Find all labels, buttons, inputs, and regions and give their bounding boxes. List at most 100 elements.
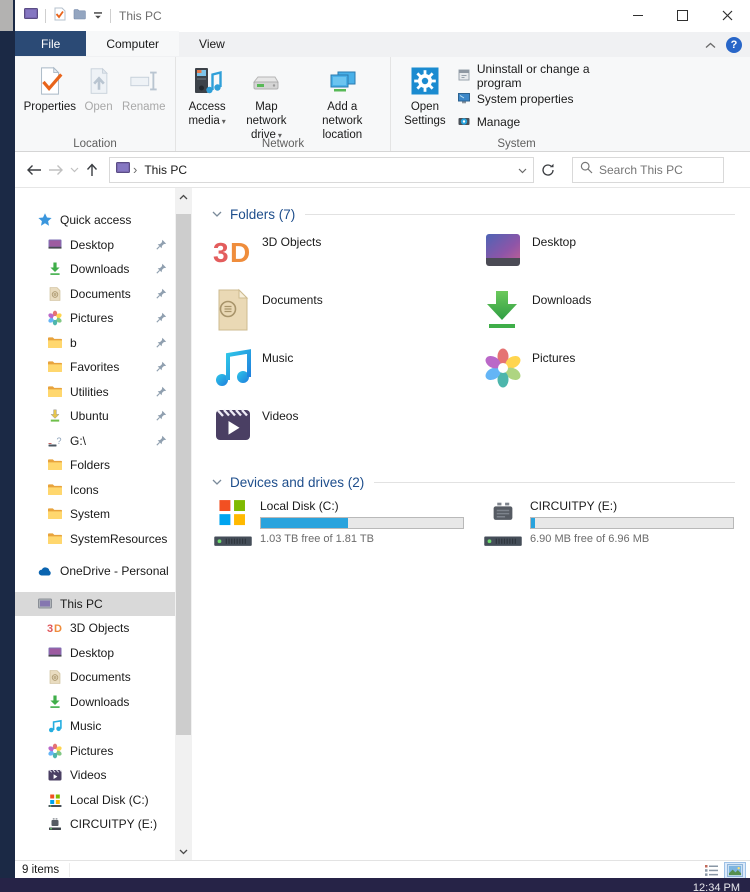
folder-tile-desktop[interactable]: Desktop <box>482 230 750 288</box>
drives-section-title[interactable]: Devices and drives (2) <box>230 475 364 490</box>
large-icons-view-button[interactable] <box>724 862 746 879</box>
system-command-label: Manage <box>477 115 520 129</box>
titlebar-separator <box>110 9 111 23</box>
tab-computer[interactable]: Computer <box>86 31 179 56</box>
help-icon[interactable]: ? <box>726 37 742 53</box>
sidebar-item-systemresources[interactable]: SystemResources <box>15 527 175 552</box>
folders-section-title[interactable]: Folders (7) <box>230 207 295 222</box>
back-button[interactable] <box>23 158 45 182</box>
collapse-section-icon[interactable] <box>212 479 222 485</box>
new-folder-qat-icon[interactable] <box>73 7 86 25</box>
folder-tile-documents[interactable]: Documents <box>212 288 482 346</box>
window-title: This PC <box>119 9 162 23</box>
ubuntu-icon <box>47 408 63 424</box>
item-count: 9 items <box>15 863 70 877</box>
sidebar-item-circuitpy-e[interactable]: CIRCUITPY (E:) <box>15 812 175 837</box>
search-input[interactable] <box>599 163 709 177</box>
maximize-button[interactable] <box>660 0 705 30</box>
sidebar-item-icons[interactable]: Icons <box>15 478 175 503</box>
drive-tile-circuitpy-e[interactable]: CIRCUITPY (E:)6.90 MB free of 6.96 MB <box>482 498 750 554</box>
minimize-button[interactable] <box>615 0 660 30</box>
details-view-button[interactable] <box>702 863 721 878</box>
tile-label: Downloads <box>532 293 591 307</box>
sidebar-item-favorites[interactable]: Favorites <box>15 355 175 380</box>
sidebar-item-music[interactable]: Music <box>15 714 175 739</box>
folder-tile-pictures[interactable]: Pictures <box>482 346 750 404</box>
drives-tile-grid: Local Disk (C:)1.03 TB free of 1.81 TBCI… <box>212 498 735 554</box>
sidebar-scrollbar[interactable] <box>175 188 192 860</box>
music-tile-icon <box>212 346 254 394</box>
open-settings-button[interactable]: OpenSettings <box>399 61 451 131</box>
breadcrumb-this-pc[interactable]: This PC <box>144 163 187 177</box>
recent-locations-icon[interactable] <box>67 158 81 182</box>
tab-view[interactable]: View <box>179 31 245 56</box>
customize-qat-dropdown-icon[interactable] <box>93 7 103 25</box>
sidebar-item-label: Music <box>70 719 101 733</box>
sidebar-item-pictures[interactable]: Pictures <box>15 306 175 331</box>
sidebar-item-system[interactable]: System <box>15 502 175 527</box>
folder-tile-music[interactable]: Music <box>212 346 482 404</box>
open-label: Open <box>84 100 112 114</box>
tile-label: Desktop <box>532 235 576 249</box>
add-network-location-button[interactable]: Add a networklocation <box>303 61 382 145</box>
sidebar-item-documents[interactable]: Documents <box>15 665 175 690</box>
sidebar-item-local-disk-c[interactable]: Local Disk (C:) <box>15 788 175 813</box>
breadcrumb-chevron-icon[interactable]: › <box>133 162 137 177</box>
tile-label: Music <box>262 351 293 365</box>
sidebar-item-onedrive-personal[interactable]: OneDrive - Personal <box>15 559 175 584</box>
scroll-up-icon[interactable] <box>175 188 192 205</box>
sidebar-item-downloads[interactable]: Downloads <box>15 690 175 715</box>
properties-button[interactable]: Properties <box>23 61 77 117</box>
collapse-ribbon-icon[interactable] <box>705 36 716 54</box>
sidebar-item-ubuntu[interactable]: Ubuntu <box>15 404 175 429</box>
folders-tile-grid: 3D3D Objects Desktop Documents Downloads Mus… <box>212 230 735 462</box>
sidebar-item-this-pc[interactable]: This PC <box>15 592 175 617</box>
system-command-system-properties[interactable]: System properties <box>457 90 630 108</box>
sidebar-item-utilities[interactable]: Utilities <box>15 380 175 405</box>
open-button[interactable]: Open <box>77 61 121 117</box>
sidebar-item-label: Downloads <box>70 262 129 276</box>
properties-qat-icon[interactable] <box>53 7 66 26</box>
folder-tile-downloads[interactable]: Downloads <box>482 288 750 346</box>
pin-icon <box>156 312 167 326</box>
access-media-button[interactable]: Accessmedia▾ <box>184 61 230 132</box>
address-bar[interactable]: › This PC <box>109 157 534 183</box>
sidebar-item-3d-objects[interactable]: 3D3D Objects <box>15 616 175 641</box>
forward-button[interactable] <box>45 158 67 182</box>
sidebar-item-quick-access[interactable]: Quick access <box>15 208 175 233</box>
sidebar-item-b[interactable]: b <box>15 331 175 356</box>
system-command-manage[interactable]: Manage <box>457 113 630 131</box>
sidebar-item-label: G:\ <box>70 434 86 448</box>
map-network-drive-button[interactable]: Map networkdrive▾ <box>230 61 302 146</box>
rename-button[interactable]: Rename <box>121 61 167 117</box>
tab-file[interactable]: File <box>15 31 86 56</box>
titlebar: This PC <box>15 0 750 32</box>
sidebar-item-pictures[interactable]: Pictures <box>15 739 175 764</box>
sidebar-item-documents[interactable]: Documents <box>15 282 175 307</box>
pin-icon <box>156 435 167 449</box>
sidebar-item-downloads[interactable]: Downloads <box>15 257 175 282</box>
rename-icon <box>129 64 159 98</box>
sidebar-item-desktop[interactable]: Desktop <box>15 233 175 258</box>
taskbar: 12:34 PM <box>0 878 750 892</box>
rename-label: Rename <box>122 100 165 114</box>
scrollbar-thumb[interactable] <box>176 214 191 735</box>
system-command-uninstall-or-change-a-program[interactable]: Uninstall or change a program <box>457 67 630 85</box>
close-button[interactable] <box>705 0 750 30</box>
drive-tile-local-disk-c[interactable]: Local Disk (C:)1.03 TB free of 1.81 TB <box>212 498 482 554</box>
sidebar-item-folders[interactable]: Folders <box>15 453 175 478</box>
sidebar-item-desktop[interactable]: Desktop <box>15 641 175 666</box>
drive-name: Local Disk (C:) <box>260 499 464 513</box>
pin-icon <box>156 263 167 277</box>
folder-tile-3d-objects[interactable]: 3D3D Objects <box>212 230 482 288</box>
up-button[interactable] <box>81 158 103 182</box>
address-dropdown-icon[interactable] <box>518 161 527 179</box>
sidebar-item-g[interactable]: ?G:\ <box>15 429 175 454</box>
sidebar-item-label: Downloads <box>70 695 129 709</box>
folder-tile-videos[interactable]: Videos <box>212 404 482 462</box>
refresh-icon[interactable] <box>534 157 562 183</box>
collapse-section-icon[interactable] <box>212 211 222 217</box>
scroll-down-icon[interactable] <box>175 843 192 860</box>
sidebar-item-label: Pictures <box>70 311 113 325</box>
sidebar-item-videos[interactable]: Videos <box>15 763 175 788</box>
